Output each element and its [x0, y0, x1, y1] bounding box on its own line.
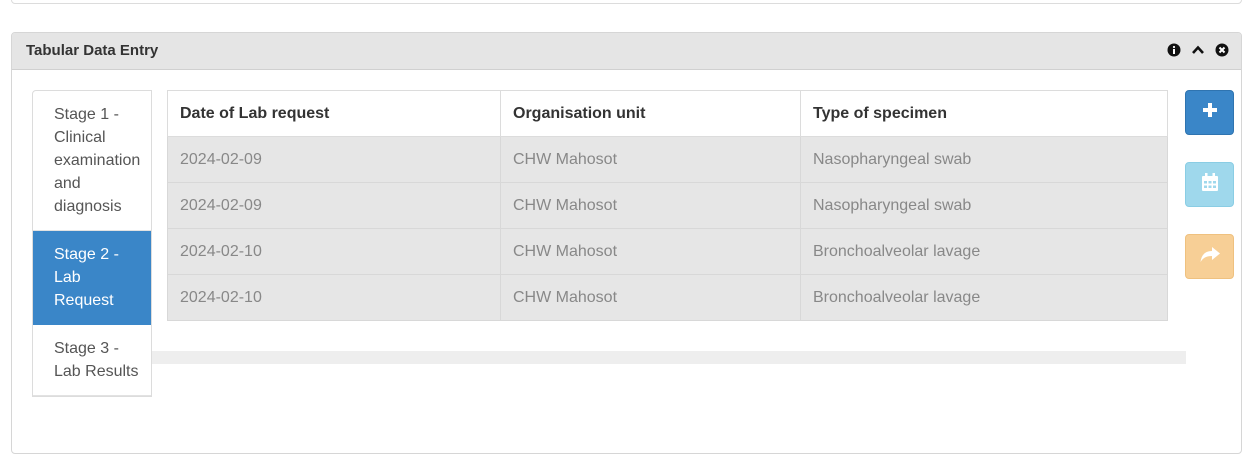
horizontal-scrollbar[interactable]: [152, 351, 1186, 364]
chevron-up-icon[interactable]: [1191, 43, 1205, 62]
table-row[interactable]: 2024-02-09 CHW Mahosot Nasopharyngeal sw…: [167, 182, 1168, 229]
table-cell: Bronchoalveolar lavage: [800, 228, 1168, 275]
stage-tab-3[interactable]: Stage 3 - Lab Results: [33, 325, 151, 396]
table-cell: Nasopharyngeal swab: [800, 182, 1168, 229]
table-cell: CHW Mahosot: [500, 228, 801, 275]
column-header[interactable]: Type of specimen: [800, 90, 1168, 137]
info-icon[interactable]: [1167, 43, 1181, 62]
previous-panel-edge: [11, 0, 1242, 4]
calendar-icon: [1201, 172, 1219, 197]
table-row[interactable]: 2024-02-10 CHW Mahosot Bronchoalveolar l…: [167, 228, 1168, 275]
column-header[interactable]: Date of Lab request: [167, 90, 501, 137]
add-row-button[interactable]: [1185, 90, 1234, 135]
header-controls: [1167, 43, 1229, 62]
plus-icon: [1201, 101, 1219, 124]
table-row[interactable]: 2024-02-10 CHW Mahosot Bronchoalveolar l…: [167, 274, 1168, 321]
widget-header: Tabular Data Entry: [12, 33, 1241, 70]
stage-tab-1[interactable]: Stage 1 - Clinical examination and diagn…: [33, 91, 151, 231]
table-cell: Bronchoalveolar lavage: [800, 274, 1168, 321]
table-cell: CHW Mahosot: [500, 136, 801, 183]
tabular-data-entry-widget: Tabular Data Entry Stage 1 - Clinical ex…: [11, 32, 1242, 454]
table-cell: 2024-02-10: [167, 274, 501, 321]
table-cell: 2024-02-09: [167, 182, 501, 229]
table-cell: 2024-02-09: [167, 136, 501, 183]
close-icon[interactable]: [1215, 43, 1229, 62]
share-arrow-icon: [1199, 245, 1221, 268]
table-cell: CHW Mahosot: [500, 182, 801, 229]
data-table: Date of Lab request Organisation unit Ty…: [167, 90, 1168, 321]
calendar-button[interactable]: [1185, 162, 1234, 207]
widget-title: Tabular Data Entry: [26, 42, 159, 59]
forward-button[interactable]: [1185, 234, 1234, 279]
stage-tab-2[interactable]: Stage 2 - Lab Request: [33, 231, 151, 325]
side-action-buttons: [1185, 90, 1235, 306]
table-cell: CHW Mahosot: [500, 274, 801, 321]
stage-tabs: Stage 1 - Clinical examination and diagn…: [32, 90, 152, 397]
table-row[interactable]: 2024-02-09 CHW Mahosot Nasopharyngeal sw…: [167, 136, 1168, 183]
table-cell: 2024-02-10: [167, 228, 501, 275]
column-header[interactable]: Organisation unit: [500, 90, 801, 137]
table-cell: Nasopharyngeal swab: [800, 136, 1168, 183]
table-header-row: Date of Lab request Organisation unit Ty…: [167, 90, 1168, 137]
